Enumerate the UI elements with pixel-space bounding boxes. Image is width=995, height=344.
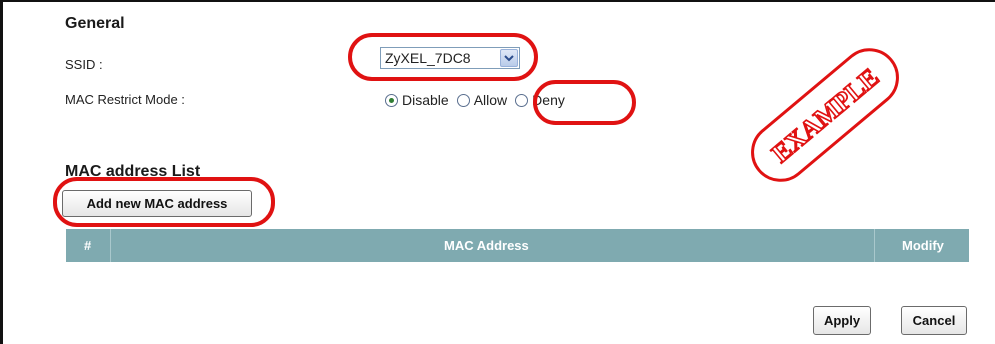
radio-disable-label: Disable	[402, 92, 449, 108]
mac-table-header: # MAC Address Modify	[66, 229, 969, 262]
ssid-label: SSID :	[65, 57, 103, 72]
radio-allow-label: Allow	[473, 92, 508, 108]
column-header-index: #	[84, 238, 92, 253]
general-heading: General	[65, 15, 125, 32]
cancel-button[interactable]: Cancel	[901, 306, 967, 335]
apply-button[interactable]: Apply	[813, 306, 871, 335]
radio-option-allow[interactable]: Allow	[456, 92, 508, 108]
column-divider	[110, 229, 111, 262]
column-header-mac-address: MAC Address	[444, 238, 529, 253]
column-header-modify: Modify	[902, 238, 944, 253]
radio-deny[interactable]	[515, 93, 529, 107]
example-stamp: EXAMPLE	[751, 48, 899, 182]
highlight-oval-add-button	[53, 177, 275, 227]
radio-allow[interactable]	[456, 93, 470, 107]
mac-restrict-label: MAC Restrict Mode :	[65, 92, 185, 107]
highlight-oval-ssid	[348, 33, 538, 81]
highlight-oval-deny	[533, 80, 636, 125]
column-divider	[874, 229, 875, 262]
radio-disable[interactable]	[385, 93, 398, 107]
radio-option-disable[interactable]: Disable	[385, 92, 449, 108]
